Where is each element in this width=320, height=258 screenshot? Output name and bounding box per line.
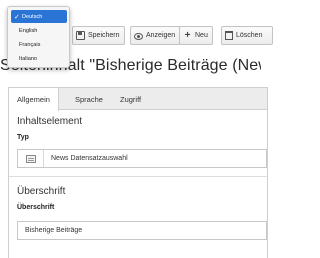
- delete-button[interactable]: Löschen: [221, 26, 274, 45]
- tab-sprache[interactable]: Sprache: [67, 88, 111, 110]
- section-heading-content: Inhaltselement: [17, 116, 83, 127]
- save-icon: [76, 31, 85, 40]
- header-label: Überschrift: [17, 204, 55, 211]
- language-option-label: Deutsch: [21, 13, 43, 20]
- language-option-deutsch[interactable]: ✓ Deutsch: [11, 10, 67, 23]
- plus-icon: +: [184, 30, 191, 41]
- view-button-label: Anzeigen: [146, 32, 176, 39]
- tab-allgemein[interactable]: Allgemein: [9, 88, 59, 111]
- type-select[interactable]: News Datensatzauswahl: [17, 149, 267, 168]
- language-option-italiano[interactable]: Italiano: [11, 52, 67, 65]
- language-option-english[interactable]: English: [11, 24, 67, 37]
- form-panel: Allgemein Sprache Zugriff Inhaltselement…: [8, 87, 268, 258]
- checkmark-icon: ✓: [14, 13, 20, 21]
- section-heading-header: Überschrift: [17, 186, 66, 197]
- trash-icon: [225, 31, 233, 40]
- content-type-icon: [18, 150, 44, 167]
- language-option-francais[interactable]: Français: [11, 38, 67, 51]
- save-button-label: Speichern: [88, 32, 120, 39]
- new-button[interactable]: + Neu: [179, 26, 213, 45]
- tab-zugriff[interactable]: Zugriff: [112, 88, 149, 110]
- header-input-value: Bisherige Beiträge: [25, 227, 83, 234]
- type-value: News Datensatzauswahl: [51, 155, 128, 162]
- language-dropdown-menu: ✓ Deutsch English Français Italiano: [7, 6, 70, 68]
- type-label: Typ: [17, 134, 29, 141]
- view-button[interactable]: Anzeigen: [130, 26, 181, 45]
- save-button[interactable]: Speichern: [72, 26, 125, 45]
- section-divider: [9, 176, 267, 177]
- delete-button-label: Löschen: [236, 32, 263, 39]
- header-input[interactable]: Bisherige Beiträge: [17, 221, 267, 240]
- tab-bar: Allgemein Sprache Zugriff: [9, 88, 267, 111]
- eye-icon: [134, 32, 143, 40]
- new-button-label: Neu: [195, 32, 208, 39]
